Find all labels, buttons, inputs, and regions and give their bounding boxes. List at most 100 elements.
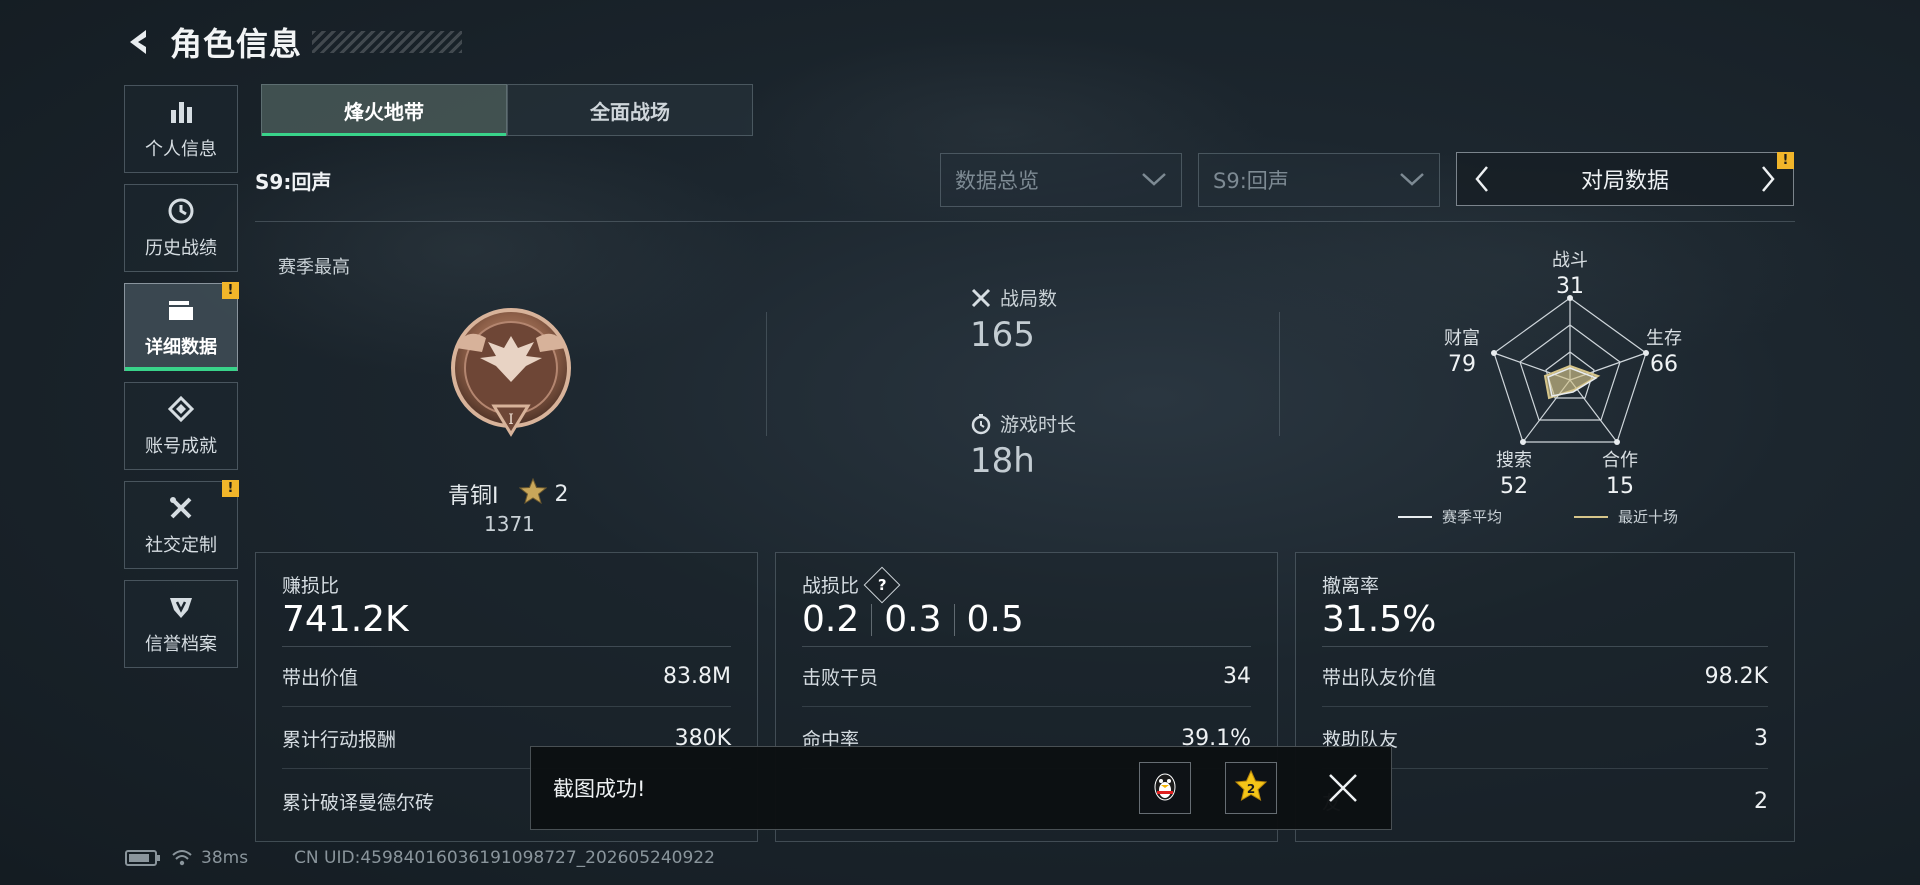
sidebar-item-details[interactable]: ! 详细数据 [124, 282, 239, 371]
back-arrow-icon[interactable] [122, 24, 158, 60]
overview-select[interactable]: 数据总览 [940, 153, 1182, 207]
radar-chart: 战斗 31 生存 66 合作 15 搜索 52 财富 79 [1420, 240, 1720, 530]
wifi-icon [171, 849, 193, 867]
medal-numeral: I [508, 412, 514, 428]
legend-season-avg: 赛季平均 [1398, 506, 1502, 527]
shield-icon [166, 592, 196, 622]
matches-stat: 战局数 165 [970, 284, 1057, 355]
chevron-down-icon [1399, 168, 1425, 192]
radar-axis-search-value: 52 [1500, 474, 1528, 499]
warning-badge: ! [222, 282, 239, 299]
row-value: 3 [1754, 726, 1768, 751]
crossed-swords-icon [970, 287, 992, 309]
divider [255, 221, 1795, 222]
card-title-row: 战损比 ? [802, 566, 901, 603]
radar-axis-combat-label: 战斗 [1552, 250, 1588, 271]
radar-axis-survival-value: 66 [1650, 352, 1678, 377]
radar-axis-coop-label: 合作 [1602, 450, 1638, 471]
separator [953, 603, 955, 636]
warning-badge: ! [1777, 152, 1794, 169]
card-main-value: 741.2K [282, 599, 409, 640]
header: 角色信息 [122, 18, 463, 66]
table-row: 带出价值 83.8M [282, 647, 731, 707]
radar-axis-wealth-label: 财富 [1444, 328, 1480, 349]
sidebar-item-label: 个人信息 [145, 139, 217, 160]
card-title: 撤离率 [1322, 575, 1380, 597]
share-qq-button[interactable] [1139, 762, 1191, 814]
card-main-value: 31.5% [1322, 599, 1437, 640]
row-value: 98.2K [1704, 664, 1768, 689]
divider [766, 312, 767, 436]
row-value: 83.8M [663, 664, 731, 689]
legend-line [1574, 515, 1608, 518]
select-value: S9:回声 [1213, 169, 1289, 193]
sidebar-item-label: 详细数据 [145, 337, 217, 358]
legend-label: 赛季平均 [1442, 508, 1503, 526]
tab-all-out-battle[interactable]: 全面战场 [507, 84, 753, 136]
row-key: 累计行动报酬 [282, 729, 397, 751]
radar-axis-search-label: 搜索 [1496, 450, 1532, 471]
chevron-left-icon[interactable] [1467, 159, 1497, 199]
row-value: 2 [1754, 788, 1768, 814]
rank-name: 青铜I [448, 484, 499, 509]
mode-tabs: 烽火地带 全面战场 [261, 84, 753, 136]
row-key: 带出价值 [282, 667, 359, 689]
matches-value: 165 [970, 315, 1035, 355]
close-icon[interactable] [1317, 762, 1369, 814]
pager-label: 对局数据 [1580, 169, 1669, 194]
data-pager: 对局数据 ! [1456, 152, 1794, 206]
ping-value: 38ms [201, 848, 249, 868]
row-key: 带出队友价值 [1322, 667, 1437, 689]
title-hatch-decoration [312, 31, 463, 53]
playtime-label: 游戏时长 [1000, 414, 1077, 436]
legend-recent: 最近十场 [1574, 506, 1678, 527]
warning-badge: ! [222, 480, 239, 497]
radar-axis-combat-value: 31 [1556, 274, 1584, 299]
qzone-star-icon: 2 [1234, 769, 1268, 807]
rank-row: 青铜I 2 [448, 477, 569, 510]
bronze-eagle-medal-icon: I [446, 296, 576, 446]
playtime-value: 18h [970, 441, 1035, 481]
kd-value-1: 0.2 [802, 599, 860, 640]
stopwatch-icon [970, 413, 992, 435]
bar-chart-icon [166, 97, 196, 127]
help-icon[interactable]: ? [863, 566, 901, 603]
season-select[interactable]: S9:回声 [1198, 153, 1440, 207]
card-title: 战损比 [802, 575, 860, 597]
sidebar-item-label: 社交定制 [145, 535, 217, 556]
matches-label: 战局数 [1000, 288, 1058, 310]
kd-value-2: 0.3 [884, 599, 942, 640]
season-title: S9:回声 [255, 170, 332, 194]
toast-message: 截图成功! [553, 777, 646, 801]
radar-axis-survival-label: 生存 [1646, 328, 1682, 349]
folder-icon [166, 295, 196, 325]
separator [871, 603, 873, 636]
qq-penguin-icon [1150, 769, 1180, 807]
select-value: 数据总览 [955, 169, 1039, 193]
sidebar-item-social[interactable]: ! 社交定制 [124, 480, 239, 569]
card-title: 赚损比 [282, 575, 340, 597]
sidebar: 个人信息 历史战绩 ! 详细数据 账号成就 ! 社交定制 信誉档案 [124, 85, 239, 679]
achievement-icon [166, 394, 196, 424]
sidebar-item-reputation[interactable]: 信誉档案 [124, 580, 238, 668]
sidebar-item-achievements[interactable]: 账号成就 [124, 382, 238, 470]
share-qzone-button[interactable]: 2 [1225, 762, 1277, 814]
page-title: 角色信息 [170, 25, 303, 63]
clock-icon [166, 196, 196, 226]
row-key: 击败干员 [802, 667, 879, 689]
legend-label: 最近十场 [1618, 508, 1679, 526]
battery-icon [125, 850, 160, 866]
radar-axis-coop-value: 15 [1606, 474, 1634, 499]
sidebar-item-profile[interactable]: 个人信息 [124, 85, 238, 173]
sidebar-item-history[interactable]: 历史战绩 [124, 184, 238, 272]
divider [1279, 312, 1280, 436]
tab-hazard-zone[interactable]: 烽火地带 [261, 84, 507, 136]
status-bar: 38ms CN UID:4598401603619109​8727_202605… [125, 848, 715, 868]
star-icon [518, 477, 547, 510]
row-key: 累计破译曼德尔砖 [282, 791, 435, 814]
sidebar-item-label: 信誉档案 [145, 634, 217, 655]
kd-value-3: 0.5 [966, 599, 1024, 640]
sidebar-item-label: 账号成就 [145, 436, 217, 457]
season-best-label: 赛季最高 [278, 257, 350, 278]
table-row: 带出队友价值 98.2K [1322, 647, 1768, 707]
